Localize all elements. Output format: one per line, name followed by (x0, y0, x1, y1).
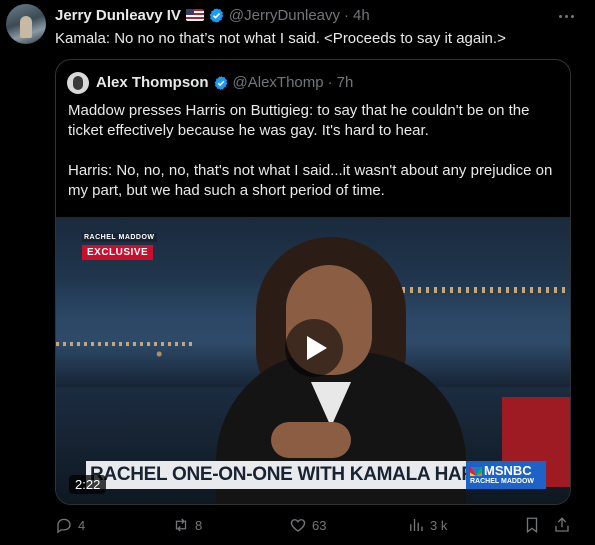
tweet: Jerry Dunleavy IV @JerryDunleavy · 4h Ka… (0, 0, 595, 545)
exclusive-badge: EXCLUSIVE (82, 245, 154, 260)
reply-button[interactable]: 4 (55, 516, 85, 534)
like-button[interactable]: 63 (289, 516, 326, 534)
repost-count: 8 (195, 517, 203, 533)
quoted-tweet-header: Alex Thompson @AlexThomp · 7h (96, 74, 353, 91)
video-bridge-lights (56, 342, 196, 346)
video-person (271, 422, 351, 458)
tweet-actions: 4 8 63 3 k (0, 516, 595, 540)
quoted-tweet[interactable]: Alex Thompson @AlexThomp · 7h Maddow pre… (55, 59, 571, 505)
reply-icon (57, 518, 71, 534)
play-icon (306, 336, 327, 360)
bookmark-icon (526, 517, 538, 534)
tweet-time[interactable]: 4h (353, 7, 370, 24)
quoted-paragraph-1: Maddow presses Harris on Buttigieg: to s… (68, 102, 530, 139)
author-avatar[interactable] (6, 4, 46, 44)
repost-icon (175, 518, 187, 532)
heart-icon (290, 519, 306, 532)
header-separator: · (344, 6, 349, 24)
bookmark-button[interactable] (523, 516, 541, 534)
tweet-text: Kamala: No no no that’s not what I said.… (55, 30, 506, 47)
verified-badge-icon (214, 75, 227, 90)
video-bridge-lights (386, 287, 570, 293)
network-logo-text: MSNBC (484, 463, 532, 478)
verified-badge-icon (209, 7, 224, 23)
reply-count: 4 (78, 517, 86, 533)
lower-third-text: RACHEL ONE-ON-ONE WITH KAMALA HARRIS (90, 464, 506, 485)
author-name[interactable]: Jerry Dunleavy IV (55, 7, 181, 24)
quoted-header-separator: · (327, 74, 333, 91)
tweet-header: Jerry Dunleavy IV @JerryDunleavy · 4h (55, 6, 370, 24)
video-player[interactable]: RACHEL MADDOW EXCLUSIVE RACHEL ONE-ON-ON… (56, 217, 570, 504)
share-button[interactable] (553, 516, 571, 534)
quoted-author-name: Alex Thompson (96, 74, 209, 91)
author-handle[interactable]: @JerryDunleavy (229, 7, 340, 24)
play-button[interactable] (285, 319, 343, 377)
quoted-tweet-text: Maddow presses Harris on Buttigieg: to s… (68, 101, 564, 201)
quoted-paragraph-2: Harris: No, no, no, that's not what I sa… (68, 162, 553, 199)
quoted-author-handle: @AlexThomp (232, 74, 324, 91)
views-chart-icon (410, 519, 423, 531)
network-sub-label: RACHEL MADDOW (470, 478, 535, 485)
video-duration: 2:22 (69, 475, 107, 494)
us-flag-icon (185, 9, 204, 21)
quoted-tweet-time: 7h (336, 74, 354, 91)
share-icon (555, 517, 569, 532)
repost-button[interactable]: 8 (172, 516, 202, 534)
lower-third-banner: RACHEL ONE-ON-ONE WITH KAMALA HARRIS (86, 461, 506, 489)
network-logo-main: MSNBC (470, 463, 532, 478)
like-count: 63 (312, 517, 327, 533)
views-button[interactable]: 3 k (407, 516, 447, 534)
more-options-icon[interactable] (555, 6, 577, 26)
show-brand-label: RACHEL MADDOW (82, 233, 157, 242)
quoted-author-avatar (67, 72, 89, 94)
view-count: 3 k (430, 517, 448, 533)
peacock-icon (470, 467, 482, 476)
network-logo: MSNBC RACHEL MADDOW (466, 461, 546, 489)
show-brand: RACHEL MADDOW EXCLUSIVE (82, 233, 157, 260)
